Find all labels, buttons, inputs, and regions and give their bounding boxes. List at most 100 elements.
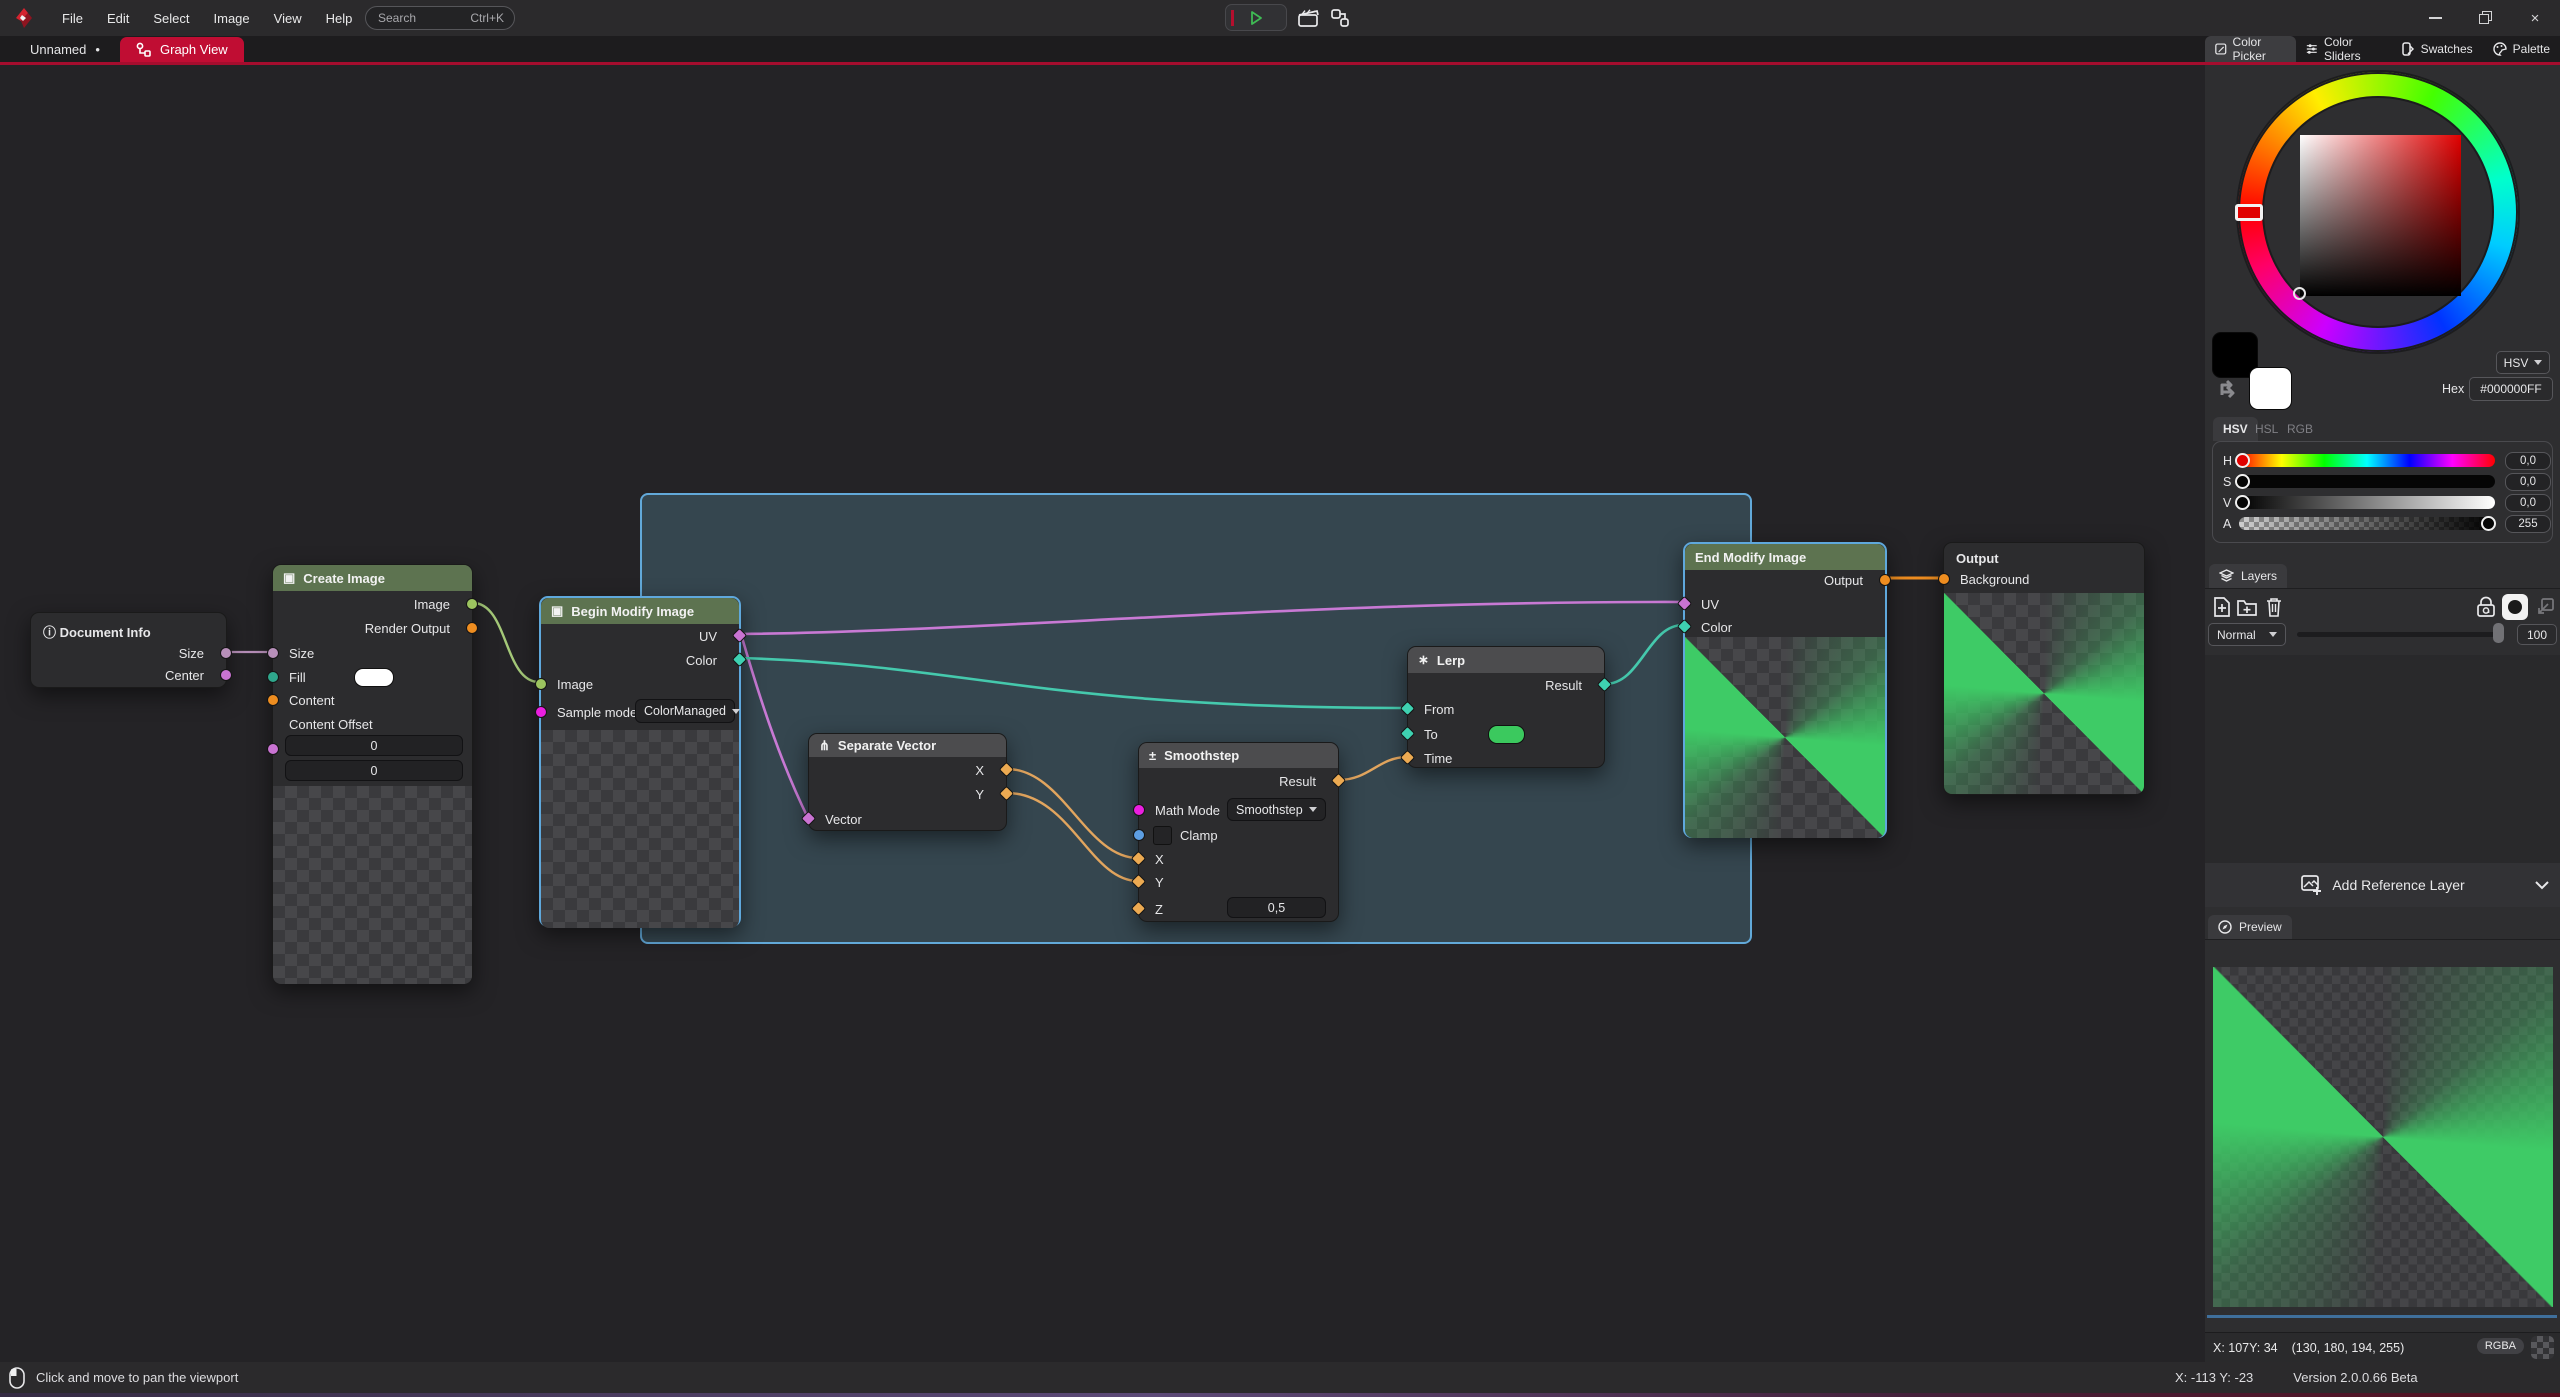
- opacity-slider-handle[interactable]: [2493, 623, 2504, 643]
- fill-color-swatch[interactable]: [354, 668, 394, 687]
- node-header[interactable]: ▣ Begin Modify Image: [541, 598, 739, 624]
- content-offset-y-input[interactable]: 0: [285, 760, 463, 781]
- port-in-math-mode[interactable]: [1133, 804, 1145, 816]
- saturation-value-square[interactable]: [2300, 135, 2461, 296]
- hue-cursor[interactable]: [2235, 204, 2263, 221]
- port-out-size[interactable]: [220, 647, 232, 659]
- port-in-sample-mode[interactable]: [535, 706, 547, 718]
- s-value-input[interactable]: 0,0: [2505, 473, 2551, 491]
- alpha-lock-icon[interactable]: [2475, 596, 2497, 618]
- mode-tab-hsv[interactable]: HSV: [2213, 417, 2258, 441]
- port-in-clamp[interactable]: [1133, 829, 1145, 841]
- menu-edit[interactable]: Edit: [95, 11, 141, 26]
- hex-input[interactable]: #000000FF: [2469, 377, 2553, 401]
- node-header[interactable]: ▣ Create Image: [273, 565, 472, 591]
- port-out-output[interactable]: [1879, 574, 1891, 586]
- tab-color-sliders[interactable]: Color Sliders: [2296, 36, 2390, 62]
- wire-result-time[interactable]: [1339, 757, 1407, 780]
- node-smoothstep[interactable]: ± Smoothstep Result Math Mode Smoothstep…: [1138, 742, 1339, 922]
- node-header[interactable]: ⋔ Separate Vector: [809, 734, 1006, 757]
- clamp-checkbox[interactable]: [1153, 826, 1172, 845]
- node-output[interactable]: Output Background: [1943, 542, 2145, 795]
- node-document-info[interactable]: ⓘ Document Info Size Center: [30, 612, 227, 688]
- content-offset-x-input[interactable]: 0: [285, 735, 463, 756]
- node-header[interactable]: End Modify Image: [1685, 544, 1885, 570]
- z-value-input[interactable]: 0,5: [1227, 897, 1326, 918]
- port-in-content-offset[interactable]: [267, 743, 279, 755]
- color-model-dropdown[interactable]: HSV: [2496, 351, 2550, 374]
- node-begin-modify-image[interactable]: ▣ Begin Modify Image UV Color Image Samp…: [539, 596, 741, 927]
- tab-layers[interactable]: Layers: [2209, 564, 2287, 588]
- node-create-image[interactable]: ▣ Create Image Image Render Output Size …: [272, 564, 473, 984]
- wire-x[interactable]: [1007, 769, 1138, 858]
- move-layer-icon[interactable]: [2534, 596, 2556, 618]
- opacity-slider[interactable]: [2297, 632, 2503, 637]
- wire-image[interactable]: [473, 603, 539, 682]
- h-slider[interactable]: [2239, 454, 2495, 467]
- mask-button[interactable]: [2502, 594, 2528, 620]
- port-in-content[interactable]: [267, 694, 279, 706]
- port-in-fill[interactable]: [267, 671, 279, 683]
- tab-swatches[interactable]: Swatches: [2391, 36, 2483, 62]
- to-color-swatch[interactable]: [1488, 725, 1525, 744]
- menu-file[interactable]: File: [50, 11, 95, 26]
- tab-preview[interactable]: Preview: [2208, 915, 2292, 939]
- layer-list[interactable]: [2205, 655, 2560, 863]
- port-in-image[interactable]: [535, 678, 547, 690]
- v-slider-handle[interactable]: [2235, 495, 2250, 510]
- sv-cursor[interactable]: [2293, 287, 2306, 300]
- a-slider[interactable]: [2239, 517, 2495, 530]
- s-slider[interactable]: [2239, 475, 2495, 488]
- node-header[interactable]: ∗ Lerp: [1408, 647, 1604, 673]
- wire-color-from[interactable]: [741, 658, 1407, 708]
- tab-graph-view[interactable]: Graph View: [120, 37, 244, 62]
- tab-palette[interactable]: Palette: [2483, 36, 2560, 62]
- run-button[interactable]: [1225, 4, 1287, 31]
- search-input[interactable]: Search Ctrl+K: [365, 6, 515, 30]
- node-separate-vector[interactable]: ⋔ Separate Vector X Y Vector: [808, 733, 1007, 831]
- secondary-color-swatch[interactable]: [2249, 367, 2292, 410]
- wire-y[interactable]: [1007, 793, 1138, 881]
- menu-select[interactable]: Select: [141, 11, 201, 26]
- v-value-input[interactable]: 0,0: [2505, 494, 2551, 512]
- port-in-size[interactable]: [267, 647, 279, 659]
- swap-colors-icon[interactable]: [2216, 375, 2244, 403]
- v-slider[interactable]: [2239, 496, 2495, 509]
- mode-tab-rgb[interactable]: RGB: [2287, 422, 2313, 436]
- mode-tab-hsl[interactable]: HSL: [2255, 422, 2278, 436]
- node-header[interactable]: ± Smoothstep: [1139, 743, 1338, 768]
- alpha-preview-icon[interactable]: [2531, 1336, 2554, 1359]
- port-in-background[interactable]: [1938, 573, 1950, 585]
- a-value-input[interactable]: 255: [2505, 515, 2551, 533]
- h-value-input[interactable]: 0,0: [2505, 452, 2551, 470]
- document-preview[interactable]: [2213, 967, 2553, 1307]
- node-graph-canvas[interactable]: ⓘ Document Info Size Center ▣ Create Ima…: [0, 65, 2205, 1362]
- menu-view[interactable]: View: [262, 11, 314, 26]
- render-animation-icon[interactable]: [1297, 7, 1320, 29]
- delete-layer-icon[interactable]: [2263, 596, 2285, 618]
- port-out-image[interactable]: [466, 598, 478, 610]
- node-lerp[interactable]: ∗ Lerp Result From To Time: [1407, 646, 1605, 768]
- port-out-center[interactable]: [220, 669, 232, 681]
- preview-scrollbar[interactable]: [2207, 1315, 2557, 1318]
- menu-help[interactable]: Help: [314, 11, 365, 26]
- opacity-input[interactable]: 100: [2517, 624, 2557, 645]
- menu-image[interactable]: Image: [202, 11, 262, 26]
- s-slider-handle[interactable]: [2235, 474, 2250, 489]
- add-layer-icon[interactable]: [2211, 596, 2233, 618]
- wire-uv-endmodify[interactable]: [741, 602, 1683, 634]
- add-group-icon[interactable]: [2236, 596, 2258, 618]
- a-slider-handle[interactable]: [2481, 516, 2496, 531]
- node-end-modify-image[interactable]: End Modify Image Output UV Color: [1683, 542, 1887, 838]
- tab-document[interactable]: Unnamed •: [18, 36, 112, 62]
- blend-mode-dropdown[interactable]: Normal: [2208, 623, 2286, 646]
- node-graph-icon[interactable]: [1330, 8, 1351, 28]
- wire-lerp-color[interactable]: [1605, 625, 1683, 684]
- tab-color-picker[interactable]: Color Picker: [2205, 36, 2296, 62]
- chevron-down-icon[interactable]: [2534, 880, 2550, 890]
- port-out-render-output[interactable]: [466, 622, 478, 634]
- sample-mode-dropdown[interactable]: ColorManaged: [635, 699, 735, 723]
- h-slider-handle[interactable]: [2235, 453, 2250, 468]
- minimize-button[interactable]: [2410, 0, 2460, 36]
- add-reference-layer-button[interactable]: Add Reference Layer: [2205, 863, 2560, 907]
